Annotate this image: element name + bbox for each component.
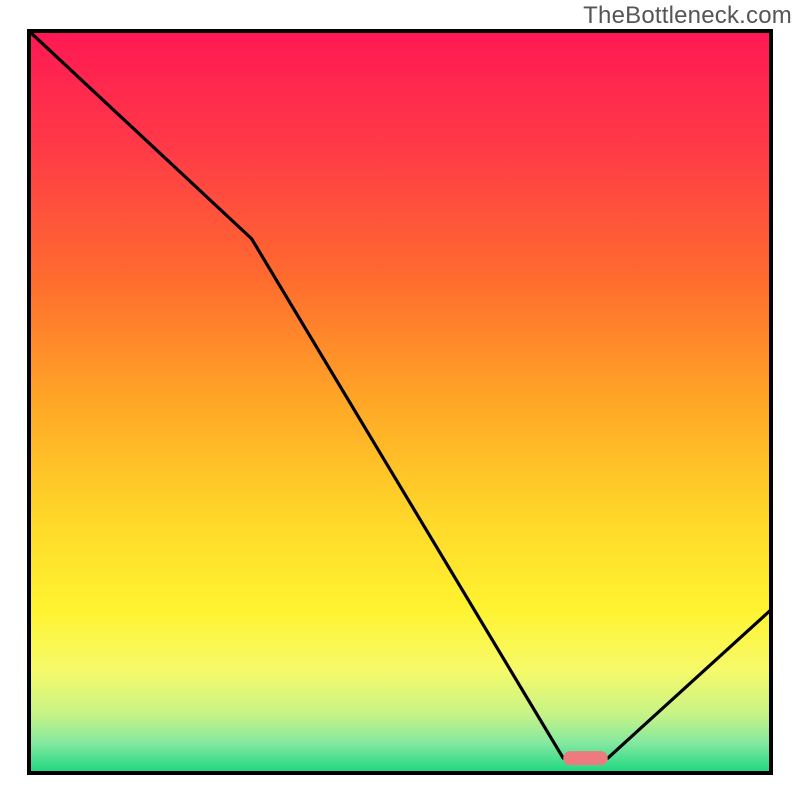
gradient-background bbox=[29, 31, 771, 773]
chart-container: { "watermark": "TheBottleneck.com", "col… bbox=[0, 0, 800, 800]
chart-svg bbox=[0, 0, 800, 800]
watermark-text: TheBottleneck.com bbox=[583, 2, 792, 30]
optimal-marker bbox=[563, 751, 608, 765]
